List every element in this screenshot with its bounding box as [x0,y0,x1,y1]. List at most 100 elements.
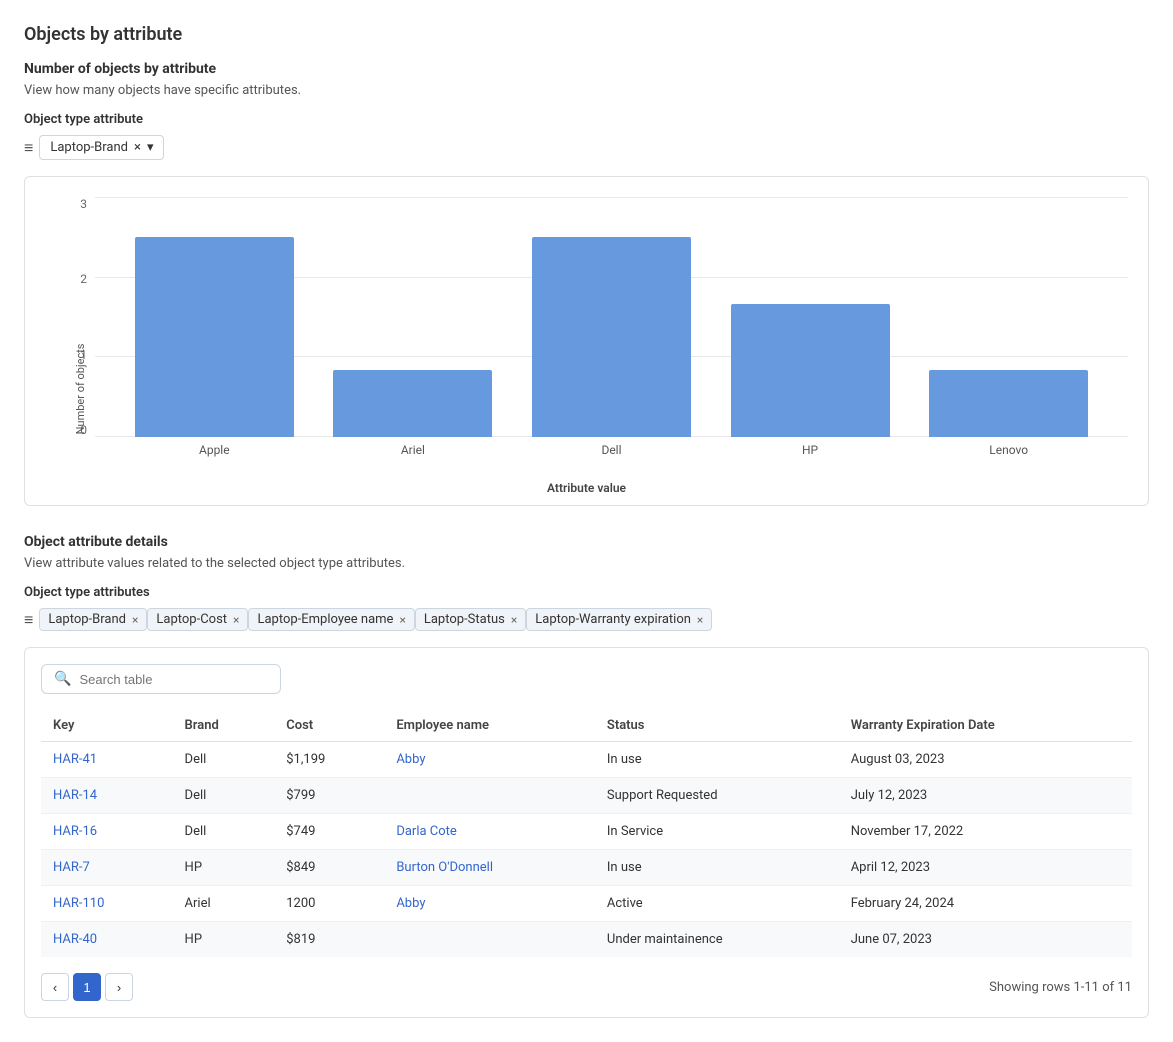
chart-filter-arrow: ▾ [147,140,154,155]
chip-close-1[interactable]: × [233,613,239,627]
row-2-status: In Service [595,814,839,850]
row-5-key[interactable]: HAR-40 [41,922,173,958]
prev-page-button[interactable]: ‹ [41,973,69,1001]
row-1-status: Support Requested [595,778,839,814]
filter-chip-2: Laptop-Employee name× [248,608,414,631]
bar-group-apple [115,237,314,437]
next-page-button[interactable]: › [105,973,133,1001]
details-filter-icon: ≡ [24,610,33,630]
row-5-cost: $819 [274,922,384,958]
page-title: Objects by attribute [24,24,1149,45]
details-section-desc: View attribute values related to the sel… [24,556,1149,571]
chart-section-title: Number of objects by attribute [24,61,1149,77]
chart-filter-bar: ≡ Laptop-Brand × ▾ [24,135,1149,160]
table-section: 🔍 KeyBrandCostEmployee nameStatusWarrant… [24,647,1149,1018]
row-3-employee[interactable]: Burton O'Donnell [384,850,595,886]
chart-filter-close[interactable]: × [134,140,141,155]
search-input[interactable] [79,672,268,687]
row-5-warranty: June 07, 2023 [839,922,1132,958]
chip-close-3[interactable]: × [511,613,517,627]
details-section-title: Object attribute details [24,534,1149,550]
chip-close-0[interactable]: × [132,613,138,627]
filter-chip-3: Laptop-Status × [415,608,526,631]
chart-x-labels: AppleArielDellHPLenovo [95,437,1128,477]
bar-hp[interactable] [731,304,890,437]
table-row: HAR-110Ariel1200AbbyActiveFebruary 24, 2… [41,886,1132,922]
row-4-cost: 1200 [274,886,384,922]
bar-apple[interactable] [135,237,294,437]
chart-bars [95,197,1128,437]
row-3-status: In use [595,850,839,886]
row-3-brand: HP [173,850,275,886]
row-1-key[interactable]: HAR-14 [41,778,173,814]
row-4-status: Active [595,886,839,922]
y-axis-labels: 3 2 1 0 [45,197,95,437]
table-row: HAR-7HP$849Burton O'DonnellIn useApril 1… [41,850,1132,886]
row-1-employee [384,778,595,814]
pagination: ‹ 1 › Showing rows 1-11 of 11 [41,973,1132,1001]
chart-area: 3 2 1 0 Number of objects AppleArielDell… [45,197,1128,477]
attributes-label: Object type attributes [24,585,1149,600]
row-2-key[interactable]: HAR-16 [41,814,173,850]
chip-label-3: Laptop-Status [424,612,505,627]
row-3-key[interactable]: HAR-7 [41,850,173,886]
row-4-key[interactable]: HAR-110 [41,886,173,922]
bar-ariel[interactable] [333,370,492,437]
row-4-brand: Ariel [173,886,275,922]
pagination-controls: ‹ 1 › [41,973,133,1001]
data-table: KeyBrandCostEmployee nameStatusWarranty … [41,710,1132,957]
search-bar[interactable]: 🔍 [41,664,281,694]
row-1-warranty: July 12, 2023 [839,778,1132,814]
filter-chip-0: Laptop-Brand × [39,608,147,631]
details-filter-chips: Laptop-Brand×Laptop-Cost×Laptop-Employee… [39,608,712,631]
row-0-status: In use [595,742,839,778]
row-1-brand: Dell [173,778,275,814]
showing-text: Showing rows 1-11 of 11 [989,980,1132,995]
chip-label-0: Laptop-Brand [48,612,126,627]
chart-section-desc: View how many objects have specific attr… [24,83,1149,98]
chip-close-4[interactable]: × [697,613,703,627]
attribute-label: Object type attribute [24,112,1149,127]
header-row: KeyBrandCostEmployee nameStatusWarranty … [41,710,1132,742]
table-row: HAR-40HP$819Under maintainenceJune 07, 2… [41,922,1132,958]
col-header-brand: Brand [173,710,275,742]
table-header: KeyBrandCostEmployee nameStatusWarranty … [41,710,1132,742]
search-icon: 🔍 [54,671,71,687]
bar-lenovo[interactable] [929,370,1088,437]
y-tick-3: 3 [80,197,87,211]
table-row: HAR-14Dell$799 Support RequestedJuly 12, … [41,778,1132,814]
filter-chip-1: Laptop-Cost × [147,608,248,631]
col-header-status: Status [595,710,839,742]
row-0-key[interactable]: HAR-41 [41,742,173,778]
page-1-button[interactable]: 1 [73,973,101,1001]
bar-dell[interactable] [532,237,691,437]
col-header-cost: Cost [274,710,384,742]
chart-container: 3 2 1 0 Number of objects AppleArielDell… [24,176,1149,506]
row-3-cost: $849 [274,850,384,886]
chip-close-2[interactable]: × [399,613,405,627]
chip-label-1: Laptop-Cost [156,612,227,627]
chart-filter-dropdown[interactable]: Laptop-Brand × ▾ [39,135,164,160]
row-3-warranty: April 12, 2023 [839,850,1132,886]
bar-group-hp [711,304,910,437]
row-2-cost: $749 [274,814,384,850]
col-header-employee-name: Employee name [384,710,595,742]
filter-chip-4: Laptop-Warranty expiration× [526,608,712,631]
x-label-ariel: Ariel [314,443,513,457]
table-body: HAR-41Dell$1,199AbbyIn useAugust 03, 202… [41,742,1132,958]
table-row: HAR-16Dell$749Darla CoteIn ServiceNovemb… [41,814,1132,850]
row-4-warranty: February 24, 2024 [839,886,1132,922]
row-1-cost: $799 [274,778,384,814]
row-0-employee[interactable]: Abby [384,742,595,778]
details-filter-bar: ≡ Laptop-Brand×Laptop-Cost×Laptop-Employ… [24,608,1149,631]
x-axis-title: Attribute value [45,481,1128,495]
y-axis-title: Number of objects [74,344,87,435]
x-label-hp: HP [711,443,910,457]
row-2-employee[interactable]: Darla Cote [384,814,595,850]
row-5-employee [384,922,595,958]
row-4-employee[interactable]: Abby [384,886,595,922]
x-label-lenovo: Lenovo [909,443,1108,457]
col-header-key: Key [41,710,173,742]
row-5-brand: HP [173,922,275,958]
filter-icon: ≡ [24,138,33,158]
